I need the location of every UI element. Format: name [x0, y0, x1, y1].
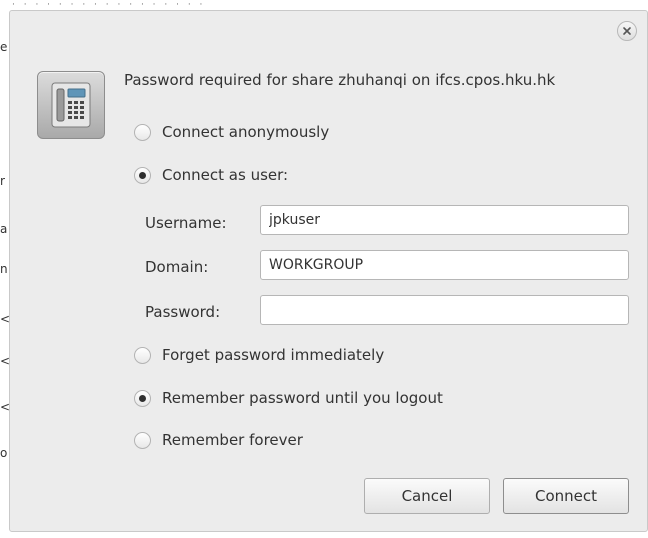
radio-remember-until-logout[interactable]: Remember password until you logout: [134, 387, 443, 409]
radio-connect-anonymously[interactable]: Connect anonymously: [134, 121, 329, 143]
cancel-button[interactable]: Cancel: [364, 478, 490, 514]
radio-forget-immediately[interactable]: Forget password immediately: [134, 344, 384, 366]
file-cabinet-icon: [37, 71, 105, 139]
dialog-title: Password required for share zhuhanqi on …: [124, 71, 556, 89]
radio-button[interactable]: [134, 389, 151, 407]
radio-label: Remember password until you logout: [162, 389, 443, 407]
radio-button[interactable]: [134, 431, 151, 449]
password-field[interactable]: [260, 295, 629, 325]
background-window-edge: · · · · · · · · · · · · · · · · · ·: [12, 0, 206, 10]
close-button[interactable]: [617, 21, 637, 41]
radio-remember-forever[interactable]: Remember forever: [134, 429, 303, 451]
connect-button[interactable]: Connect: [503, 478, 629, 514]
domain-label: Domain:: [145, 258, 209, 276]
username-label: Username:: [145, 214, 227, 232]
domain-field[interactable]: [260, 250, 629, 280]
radio-label: Forget password immediately: [162, 346, 385, 364]
radio-connect-as-user[interactable]: Connect as user:: [134, 164, 288, 186]
password-label: Password:: [145, 303, 221, 321]
radio-label: Remember forever: [162, 431, 303, 449]
close-icon: [623, 27, 631, 35]
username-field[interactable]: [260, 205, 629, 235]
radio-label: Connect anonymously: [162, 123, 330, 141]
radio-button[interactable]: [134, 346, 151, 364]
radio-label: Connect as user:: [162, 166, 289, 184]
password-dialog: Password required for share zhuhanqi on …: [9, 10, 648, 532]
radio-button[interactable]: [134, 123, 151, 141]
radio-button[interactable]: [134, 166, 151, 184]
